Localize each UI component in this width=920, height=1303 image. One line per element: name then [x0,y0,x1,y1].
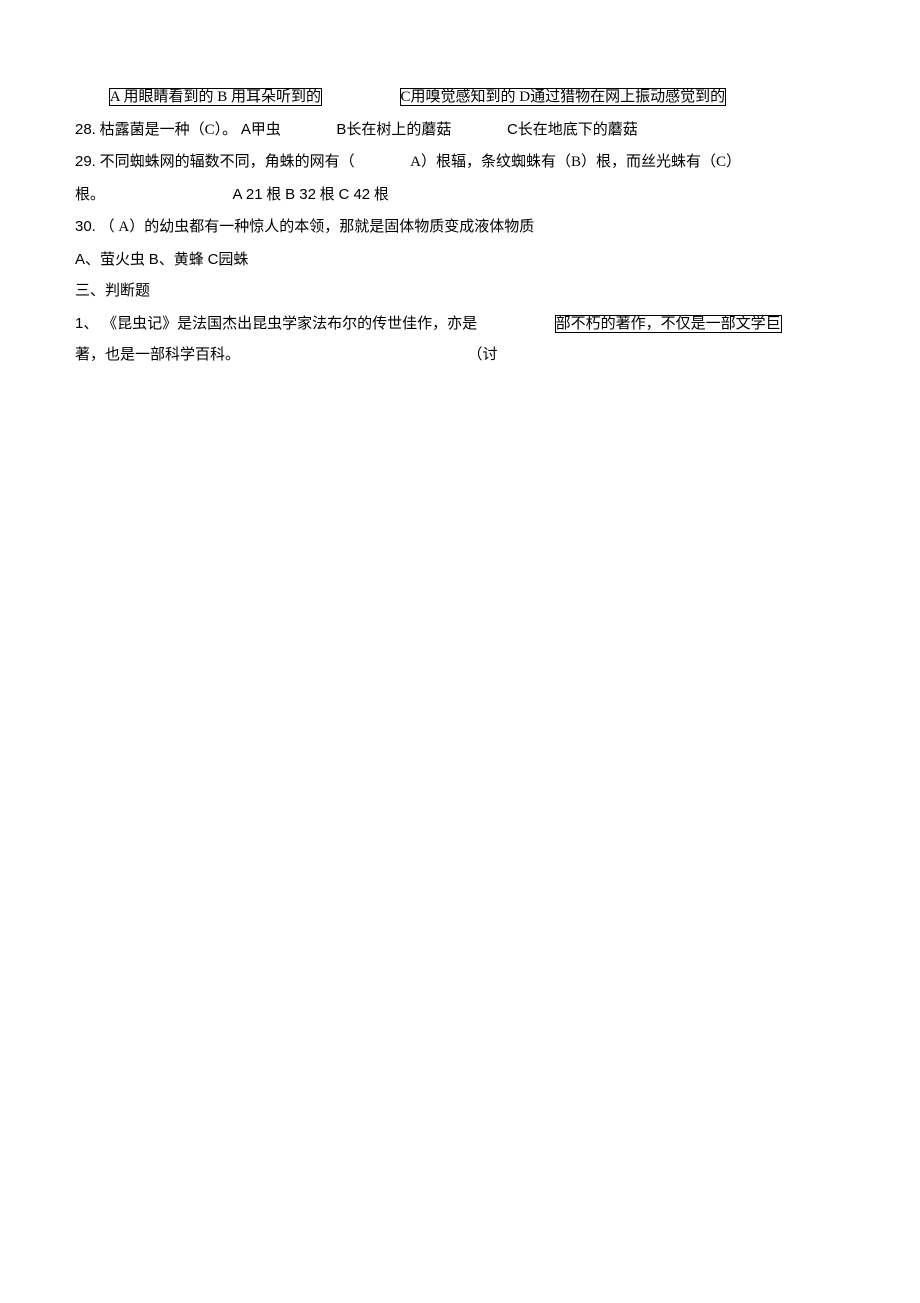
jq1-boxed: 部不朽的著作，不仅是一部文学巨 [555,315,782,333]
q29-text2: A）根辐，条纹蜘蛛有（B）根，而丝光蛛有（C） [410,154,741,170]
q29-text1: 不同蜘蛛网的辐数不同，角蛛的网有（ [100,154,355,170]
q28-optB: B长在树上的蘑菇 [336,122,451,138]
jq1-paren: （讨 [468,347,498,363]
boxed-options-1: A 用眼睛看到的 B 用耳朵听到的 [109,88,322,106]
q29-options: A 21 根 B 32 根 C 42 根 [233,187,389,203]
q29-number: 29. [75,153,96,170]
q28-optC: C长在地底下的蘑菇 [507,122,638,138]
q28-text: 枯露菌是一种（C）。 [100,122,238,138]
question-28: 28. 枯露菌是一种（C）。 A甲虫 B长在树上的蘑菇 C长在地底下的蘑菇 [75,114,845,147]
q29-text3: 根。 [75,187,105,203]
question-30-options: A、萤火虫 B、黄蜂 C园蛛 [75,244,845,277]
jq1-text2: 著，也是一部科学百科。 [75,347,240,363]
q30-text: （ A）的幼虫都有一种惊人的本领，那就是固体物质变成液体物质 [100,219,535,235]
q28-optA: A甲虫 [241,122,281,138]
line-options-boxed: A 用眼睛看到的 B 用耳朵听到的 C用嗅觉感知到的 D通过猎物在网上振动感觉到… [75,82,845,114]
boxed-options-2: C用嗅觉感知到的 D通过猎物在网上振动感觉到的 [400,88,727,106]
section-heading: 三、判断题 [75,276,845,308]
q30-opts: A、萤火虫 B、黄蜂 C园蛛 [75,252,248,268]
jq1-number: 1、 [75,316,98,332]
section-3-title: 三、判断题 [75,283,150,299]
question-29-line2: 根。 A 21 根 B 32 根 C 42 根 [75,179,845,212]
judge-q1: 1、 《昆虫记》是法国杰出昆虫学家法布尔的传世佳作，亦是 部不朽的著作，不仅是一… [75,308,845,341]
q30-number: 30. [75,218,96,235]
question-29: 29. 不同蜘蛛网的辐数不同，角蛛的网有（ A）根辐，条纹蜘蛛有（B）根，而丝光… [75,146,845,179]
question-30: 30. （ A）的幼虫都有一种惊人的本领，那就是固体物质变成液体物质 [75,211,845,244]
q28-number: 28. [75,121,96,138]
jq1-text1: 《昆虫记》是法国杰出昆虫学家法布尔的传世佳作，亦是 [102,316,477,332]
judge-q1-line2: 著，也是一部科学百科。 （讨 [75,340,845,372]
